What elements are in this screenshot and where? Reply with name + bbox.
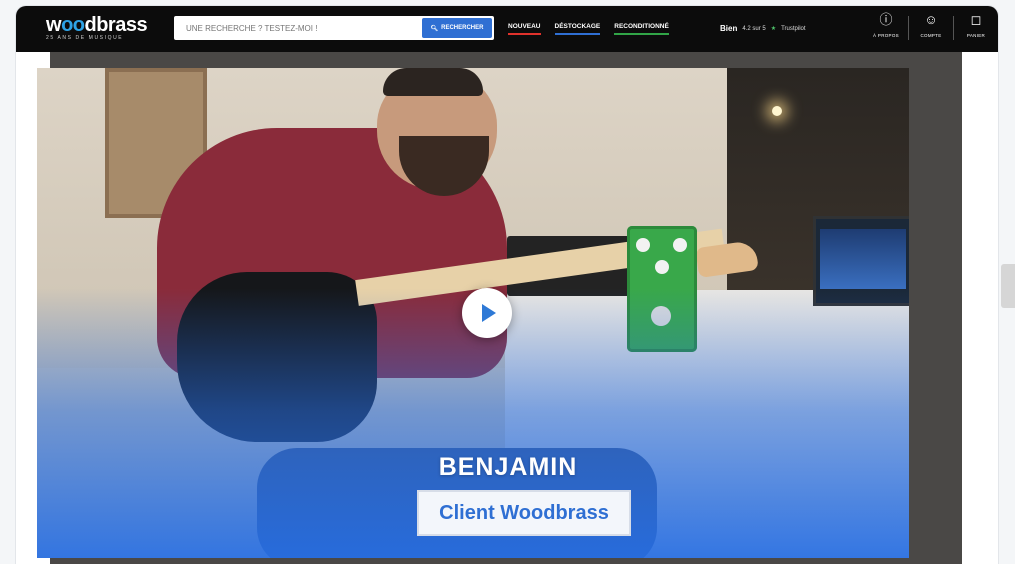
nav-reconditionne[interactable]: RECONDITIONNÉ [614, 23, 669, 35]
search-input[interactable] [174, 16, 426, 40]
woodbrass-logo[interactable]: woodbrass 25 ANS DE MUSIQUE [46, 14, 148, 41]
search-button[interactable]: 🔍︎ RECHERCHER [422, 18, 492, 38]
account-icon: ☺ [924, 12, 938, 27]
play-icon [482, 304, 496, 322]
nav-nouveau[interactable]: NOUVEAU [508, 23, 541, 35]
bag-icon: ◻ [970, 12, 982, 27]
trustpilot-rating[interactable]: Bien 4.2 sur 5 ★ Trustpilot [720, 24, 806, 33]
site-header: woodbrass 25 ANS DE MUSIQUE 🔍︎ RECHERCHE… [16, 6, 998, 52]
main-nav: NOUVEAU DÉSTOCKAGE RECONDITIONNÉ [508, 23, 669, 35]
rating-label: Bien [720, 24, 738, 33]
search-bar: 🔍︎ RECHERCHER [174, 16, 494, 40]
about-label: À PROPOS [873, 33, 899, 38]
testimonial-name: BENJAMIN [438, 453, 578, 481]
account-label: COMPTE [920, 33, 942, 38]
testimonial-role-badge: Client Woodbrass [417, 490, 631, 536]
info-icon: ⓘ [879, 12, 893, 27]
nav-destockage[interactable]: DÉSTOCKAGE [554, 23, 601, 35]
rating-score: 4.2 sur 5 [742, 25, 766, 32]
about-button[interactable]: ⓘ À PROPOS [864, 12, 908, 40]
cart-label: PANIER [966, 33, 986, 38]
account-button[interactable]: ☺ COMPTE [909, 12, 953, 40]
search-button-label: RECHERCHER [441, 25, 484, 31]
cart-button[interactable]: ◻ PANIER [954, 12, 998, 40]
search-icon: 🔍︎ [430, 25, 439, 32]
trustpilot-star-icon: ★ [770, 26, 777, 32]
logo-text: woodbrass [46, 14, 148, 36]
carousel-next-handle[interactable] [1001, 264, 1015, 308]
header-actions: ⓘ À PROPOS ☺ COMPTE ◻ PANIER [864, 12, 998, 40]
play-button[interactable] [462, 288, 512, 338]
rating-source: Trustpilot [781, 25, 806, 32]
